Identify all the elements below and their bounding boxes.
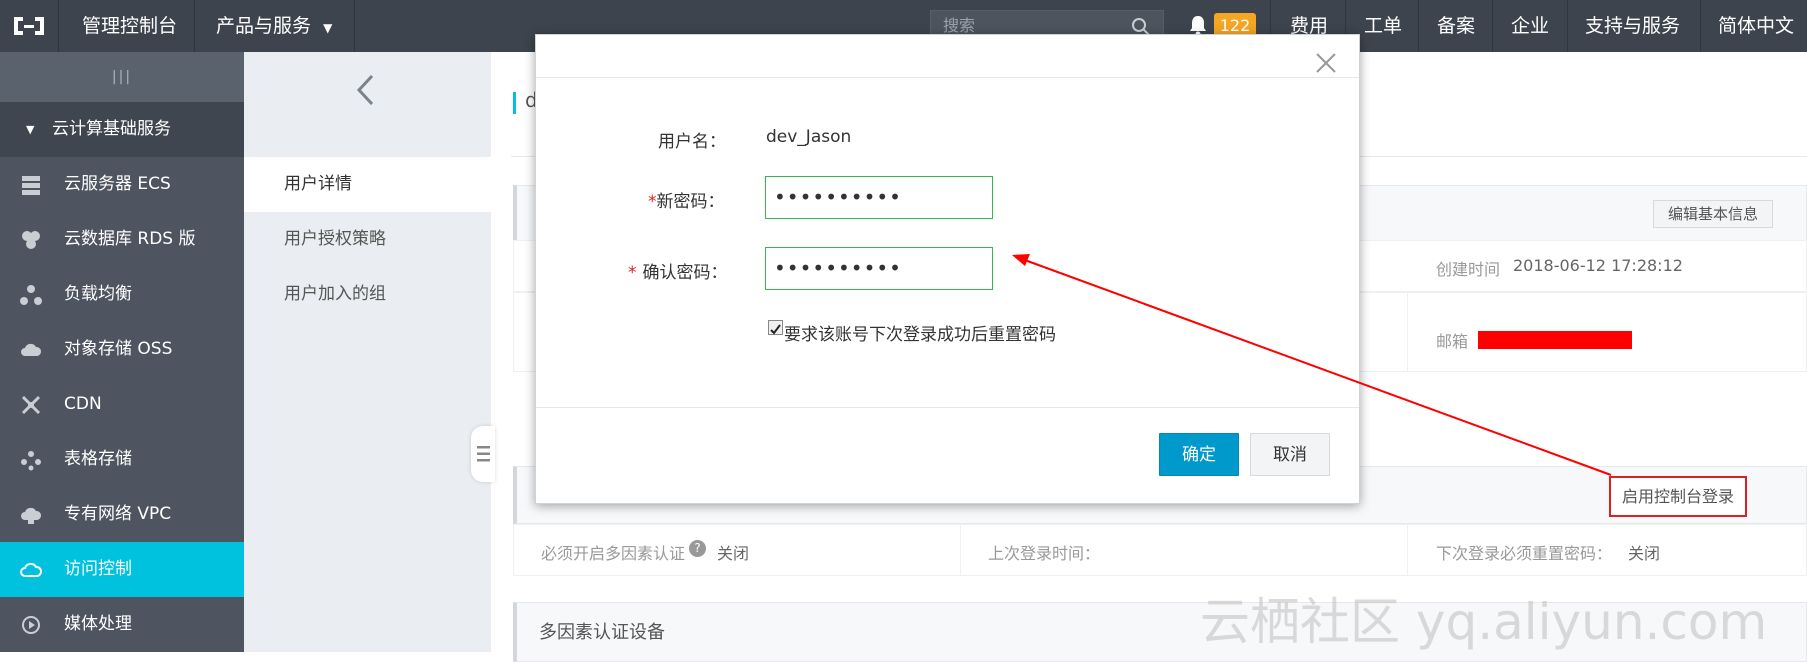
watermark: 云栖社区 yq.aliyun.com <box>1200 593 1768 651</box>
annotation-arrow <box>1012 254 1612 476</box>
